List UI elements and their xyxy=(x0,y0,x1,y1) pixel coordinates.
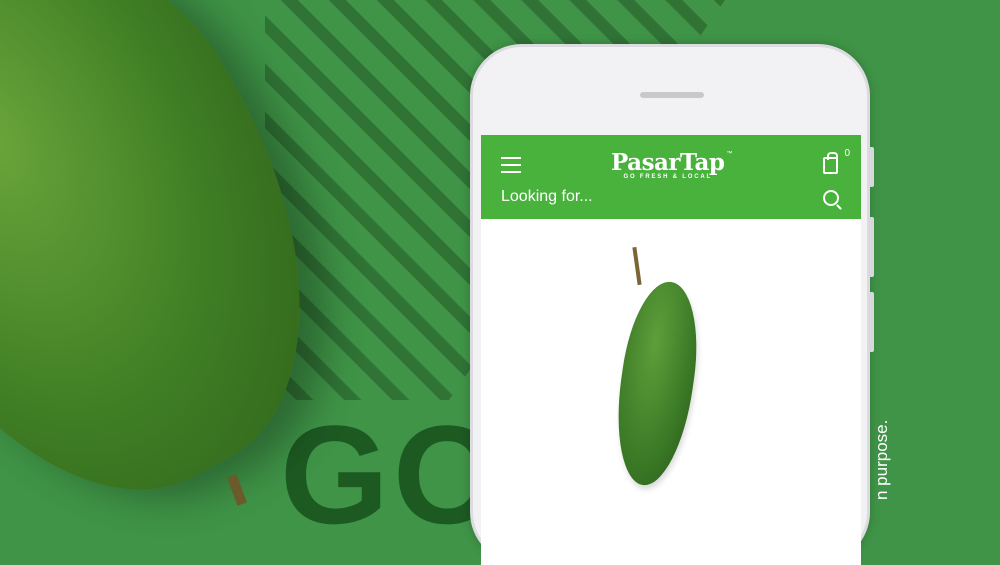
search-input[interactable]: Looking for... xyxy=(501,188,593,206)
search-icon[interactable] xyxy=(823,190,839,206)
phone-speaker xyxy=(640,92,704,98)
side-tagline: n purpose. xyxy=(872,419,891,500)
shopping-bag-icon[interactable] xyxy=(823,152,838,174)
mango-stem xyxy=(632,246,642,286)
mango-stem xyxy=(227,474,247,506)
phone-side-button xyxy=(869,292,874,352)
hamburger-menu-icon[interactable] xyxy=(501,157,521,173)
brand-name: PasarTap xyxy=(611,149,725,176)
product-image-mango[interactable] xyxy=(607,276,707,491)
brand-tagline: GO FRESH & LOCAL xyxy=(623,174,712,180)
phone-side-button xyxy=(869,217,874,277)
pasartap-logo[interactable]: PasarTap GO FRESH & LOCAL ™ xyxy=(611,149,732,180)
phone-side-button xyxy=(869,147,874,187)
trademark: ™ xyxy=(726,151,733,157)
cart-count: 0 xyxy=(844,148,850,159)
phone-mockup: PasarTap GO FRESH & LOCAL ™ 0 Looking fo… xyxy=(470,44,874,565)
app-header: PasarTap GO FRESH & LOCAL ™ 0 Looking fo… xyxy=(481,135,861,219)
app-screen: PasarTap GO FRESH & LOCAL ™ 0 Looking fo… xyxy=(481,135,861,565)
